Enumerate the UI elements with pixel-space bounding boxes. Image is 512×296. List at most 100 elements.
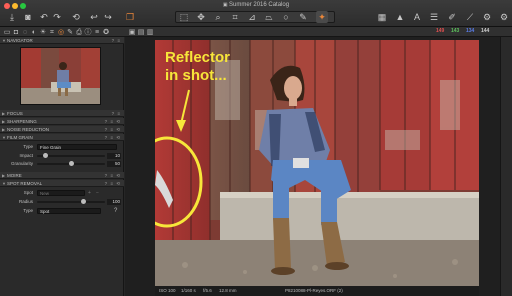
exposure-tab-icon[interactable]: ☀ (39, 28, 47, 36)
navigator-thumbnail[interactable] (20, 47, 101, 105)
navigator-header[interactable]: ▼ NAVIGATOR ? ≡ (0, 37, 124, 44)
import-icon[interactable]: ⤓ (6, 11, 18, 23)
add-spot-icon[interactable]: + (88, 189, 91, 197)
radius-label: Radius (18, 199, 33, 204)
section-tools-icon[interactable]: ? ≡ ⟲ (105, 172, 121, 179)
radius-slider[interactable] (37, 199, 105, 204)
section-tools-icon[interactable]: ? ≡ (112, 37, 121, 44)
remove-spot-icon[interactable]: − (96, 189, 99, 197)
photo-canvas: Reflector in shot... (155, 40, 479, 286)
readout-k: 144 (481, 28, 490, 34)
warning-icon[interactable]: ▲ (394, 11, 406, 23)
film-grain-type-row: Type Fine Grain (0, 143, 124, 151)
spot-type-row: Type Spot ? (0, 207, 124, 215)
output-tab-icon[interactable]: ⎙ (75, 28, 83, 36)
focus-header[interactable]: ▶ FOCUS ? ≡ (0, 110, 124, 117)
details-tab-icon[interactable]: ◎ (57, 28, 65, 36)
brush-tool-icon[interactable]: ✎ (297, 11, 309, 23)
impact-row: Impact 10 (0, 152, 124, 160)
library-tab-icon[interactable]: ▭ (3, 28, 11, 36)
section-tools-icon[interactable]: ? ≡ ⟲ (105, 126, 121, 133)
single-view-icon[interactable]: ▣ (128, 28, 136, 36)
capture-tab-icon[interactable]: ◘ (12, 28, 20, 36)
impact-label: Impact (19, 153, 33, 158)
collapse-arrow-icon: ▼ (2, 181, 6, 186)
tool-tabs-bar: ▭ ◘ ◌ ◐ ☀ ⌗ ◎ ✎ ⎙ ⓘ ≡ ✪ ▣ ▤ ▥ 149 143 13… (0, 27, 512, 37)
section-tools-icon[interactable]: ? ≡ ⟲ (105, 180, 121, 187)
metadata-tab-icon[interactable]: ⓘ (84, 28, 92, 36)
redo-step-icon[interactable]: ↪ (102, 11, 114, 23)
multi-view-icon[interactable]: ▤ (137, 28, 145, 36)
grid-view-icon[interactable]: ▦ (376, 11, 388, 23)
composition-tab-icon[interactable]: ⌗ (48, 28, 56, 36)
sharpening-header[interactable]: ▶ SHARPENING ? ≡ ⟲ (0, 118, 124, 125)
spot-type-select[interactable]: Spot (37, 208, 101, 214)
sliders-icon[interactable]: ☰ (428, 11, 440, 23)
text-icon[interactable]: A (411, 11, 423, 23)
radius-value[interactable]: 100 (107, 199, 121, 205)
picker-tool-icon[interactable]: ✦ (316, 11, 328, 23)
focal-length-readout: 12.8 mm (219, 288, 237, 293)
granularity-slider-knob[interactable] (68, 161, 74, 166)
redo-icon[interactable]: ↷ (51, 11, 63, 23)
help-icon[interactable]: ? (114, 207, 117, 215)
compare-icon[interactable]: ❐ (124, 11, 136, 23)
eyedropper-icon[interactable]: ⟋ (464, 11, 476, 23)
annotation-text-1: Reflector (165, 49, 230, 66)
local-adjust-tab-icon[interactable]: ✎ (66, 28, 74, 36)
zoom-tool-icon[interactable]: ⌕ (212, 11, 224, 23)
film-grain-header[interactable]: ▼ FILM GRAIN ? ≡ ⟲ (0, 134, 124, 141)
noise-reduction-header[interactable]: ▶ NOISE REDUCTION ? ≡ ⟲ (0, 126, 124, 133)
grain-type-select[interactable]: Fine Grain (37, 144, 117, 150)
crop-tool-icon[interactable]: ⌗ (229, 11, 241, 23)
spot-removal-header[interactable]: ▼ SPOT REMOVAL ? ≡ ⟲ (0, 180, 124, 187)
expand-arrow-icon: ▶ (2, 173, 6, 178)
shutter-readout: 1/160 s (181, 288, 196, 293)
spot-select[interactable]: New (37, 190, 85, 196)
lens-tab-icon[interactable]: ◌ (21, 28, 29, 36)
pan-tool-icon[interactable]: ✥ (195, 11, 207, 23)
moire-header[interactable]: ▶ MOIRE ? ≡ ⟲ (0, 172, 124, 179)
filename-label: P8210088-Pl-Reyes.ORF (2) (285, 288, 343, 293)
impact-slider[interactable] (37, 153, 105, 158)
keystone-tool-icon[interactable]: ⏢ (263, 11, 275, 23)
expand-arrow-icon: ▶ (2, 111, 6, 116)
main-photo[interactable]: Reflector in shot... (155, 40, 479, 286)
undo-step-icon[interactable]: ↩ (88, 11, 100, 23)
undo-icon[interactable]: ↶ (38, 11, 50, 23)
app-window: ▣ Summer 2016 Catalog ⤓ ◙ ↶ ↷ ⟲ ↩ ↪ ❐ ⬚ … (0, 0, 512, 296)
batch-tab-icon[interactable]: ≡ (93, 28, 101, 36)
navigator-photo (21, 48, 100, 104)
reset-icon[interactable]: ⟲ (70, 11, 82, 23)
straighten-tool-icon[interactable]: ⊿ (246, 11, 258, 23)
granularity-value[interactable]: 50 (107, 161, 121, 167)
preferences-icon[interactable]: ⚙ (498, 11, 510, 23)
spot-label: Spot (23, 190, 33, 195)
settings-icon[interactable]: ⚙ (481, 11, 493, 23)
title-bar: ▣ Summer 2016 Catalog ⤓ ◙ ↶ ↷ ⟲ ↩ ↪ ❐ ⬚ … (0, 0, 512, 27)
brush-icon[interactable]: ✐ (446, 11, 458, 23)
right-side-strip (500, 37, 512, 296)
expand-arrow-icon: ▶ (2, 119, 6, 124)
section-tools-icon[interactable]: ? ≡ (112, 110, 121, 117)
camera-icon[interactable]: ◙ (22, 11, 34, 23)
browser-view-icon[interactable]: ▥ (146, 28, 154, 36)
section-tools-icon[interactable]: ? ≡ ⟲ (105, 118, 121, 125)
circle-tool-icon[interactable]: ○ (280, 11, 292, 23)
collapse-arrow-icon: ▼ (2, 135, 6, 140)
styles-tab-icon[interactable]: ✪ (102, 28, 110, 36)
granularity-slider[interactable] (37, 161, 105, 166)
color-tab-icon[interactable]: ◐ (30, 28, 38, 36)
readout-b: 134 (466, 28, 475, 34)
expand-arrow-icon: ▶ (2, 127, 6, 132)
section-tools-icon[interactable]: ? ≡ ⟲ (105, 134, 121, 141)
annotation-text-2: in shot... (165, 67, 227, 84)
cursor-tool-icon[interactable]: ⬚ (178, 11, 190, 23)
impact-value[interactable]: 10 (107, 153, 121, 159)
readout-r: 149 (436, 28, 445, 34)
collapse-arrow-icon: ▼ (2, 38, 6, 43)
readout-g: 143 (451, 28, 460, 34)
aperture-readout: f/5.6 (203, 288, 212, 293)
radius-slider-knob[interactable] (81, 199, 87, 204)
impact-slider-knob[interactable] (43, 153, 49, 158)
